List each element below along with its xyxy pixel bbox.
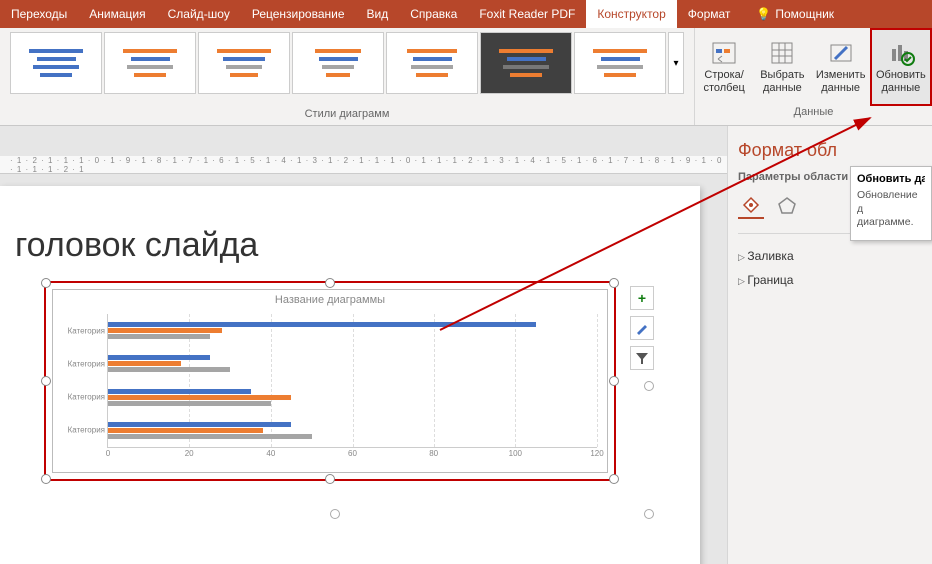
slide-area[interactable]: · 1 · 2 · 1 · 1 · 1 · 0 · 1 · 9 · 1 · 8 … (0, 126, 727, 564)
tab-review[interactable]: Рецензирование (241, 0, 356, 28)
chart-styles-button[interactable] (630, 316, 654, 340)
fill-line-tab[interactable] (738, 193, 764, 219)
tooltip-body: Обновление д диаграмме. (857, 189, 925, 230)
tab-animation[interactable]: Анимация (78, 0, 156, 28)
y-label: Категория (68, 326, 108, 335)
x-tick: 80 (429, 447, 438, 458)
refresh-label: Обновить данные (876, 69, 926, 95)
x-tick: 20 (185, 447, 194, 458)
chart-style-thumb[interactable] (386, 32, 478, 94)
resize-handle[interactable] (325, 278, 335, 288)
chart-style-thumb[interactable] (104, 32, 196, 94)
ruler-horizontal: · 1 · 2 · 1 · 1 · 1 · 0 · 1 · 9 · 1 · 8 … (0, 156, 727, 174)
tab-foxit[interactable]: Foxit Reader PDF (468, 0, 586, 28)
slide-title[interactable]: головок слайда (15, 226, 258, 265)
effects-tab[interactable] (774, 193, 800, 219)
brush-icon (635, 321, 649, 335)
refresh-data-button[interactable]: Обновить данные (870, 28, 932, 106)
pencil-icon (827, 39, 855, 67)
tell-me-label: Помощник (775, 7, 834, 21)
resize-handle[interactable] (644, 509, 654, 519)
fill-section[interactable]: Заливка (738, 244, 922, 268)
tooltip-title: Обновить да (857, 173, 925, 185)
x-tick: 120 (590, 447, 603, 458)
switch-label: Строка/ столбец (703, 69, 744, 95)
data-group-label: Данные (695, 106, 932, 121)
chart-style-thumb[interactable] (480, 32, 572, 94)
pentagon-icon (777, 196, 797, 216)
border-section[interactable]: Граница (738, 268, 922, 292)
tab-view[interactable]: Вид (356, 0, 400, 28)
tab-format[interactable]: Формат (677, 0, 742, 28)
edit-data-button[interactable]: Изменить данные (812, 28, 870, 106)
chart-styles-group: ▾ Стили диаграмм (0, 28, 694, 125)
chart-object[interactable]: Название диаграммы 0 20 40 60 80 100 120 (52, 289, 608, 473)
format-pane-title: Формат обл (738, 140, 922, 161)
refresh-icon (887, 39, 915, 67)
workspace: · 1 · 2 · 1 · 1 · 1 · 0 · 1 · 9 · 1 · 8 … (0, 126, 932, 564)
chart-elements-button[interactable]: + (630, 286, 654, 310)
chart-style-thumb[interactable] (574, 32, 666, 94)
chart-style-thumb[interactable] (198, 32, 290, 94)
y-label: Категория (68, 359, 108, 368)
chart-style-thumb[interactable] (10, 32, 102, 94)
chart-title[interactable]: Название диаграммы (53, 294, 607, 306)
more-styles-button[interactable]: ▾ (668, 32, 684, 94)
resize-handle[interactable] (325, 474, 335, 484)
paint-bucket-icon (741, 195, 761, 215)
refresh-tooltip: Обновить да Обновление д диаграмме. (850, 166, 932, 241)
chart-floating-tools: + (630, 286, 654, 370)
chart-plot: 0 20 40 60 80 100 120 Категория Категори… (107, 314, 597, 448)
resize-handle[interactable] (330, 509, 340, 519)
resize-handle[interactable] (609, 474, 619, 484)
tell-me[interactable]: 💡 Помощник (745, 0, 845, 28)
chart-selection[interactable]: Название диаграммы 0 20 40 60 80 100 120 (44, 281, 616, 481)
x-tick: 100 (509, 447, 522, 458)
data-group: Строка/ столбец Выбрать данные Изменить … (694, 28, 932, 125)
x-tick: 0 (106, 447, 110, 458)
resize-handle[interactable] (644, 381, 654, 391)
tab-designer[interactable]: Конструктор (586, 0, 676, 28)
format-pane: Формат обл Параметры области Заливка Гра… (727, 126, 932, 564)
ribbon-body: ▾ Стили диаграмм Строка/ столбец Выбрать… (0, 28, 932, 126)
y-label: Категория (68, 393, 108, 402)
swap-icon (710, 39, 738, 67)
switch-row-col-button[interactable]: Строка/ столбец (695, 28, 753, 106)
ribbon-tabs: Переходы Анимация Слайд-шоу Рецензирован… (0, 0, 932, 28)
edit-label: Изменить данные (816, 69, 866, 95)
resize-handle[interactable] (41, 474, 51, 484)
chart-styles-row: ▾ (10, 32, 684, 94)
resize-handle[interactable] (609, 376, 619, 386)
tab-slideshow[interactable]: Слайд-шоу (157, 0, 241, 28)
resize-handle[interactable] (41, 376, 51, 386)
bulb-icon: 💡 (756, 7, 771, 21)
chart-filter-button[interactable] (630, 346, 654, 370)
grid-icon (768, 39, 796, 67)
y-label: Категория (68, 426, 108, 435)
select-label: Выбрать данные (760, 69, 804, 95)
resize-handle[interactable] (609, 278, 619, 288)
x-tick: 60 (348, 447, 357, 458)
x-tick: 40 (266, 447, 275, 458)
chart-style-thumb[interactable] (292, 32, 384, 94)
select-data-button[interactable]: Выбрать данные (753, 28, 811, 106)
chart-styles-label: Стили диаграмм (10, 108, 684, 120)
resize-handle[interactable] (41, 278, 51, 288)
funnel-icon (635, 351, 649, 365)
tab-transitions[interactable]: Переходы (0, 0, 78, 28)
tab-help[interactable]: Справка (399, 0, 468, 28)
